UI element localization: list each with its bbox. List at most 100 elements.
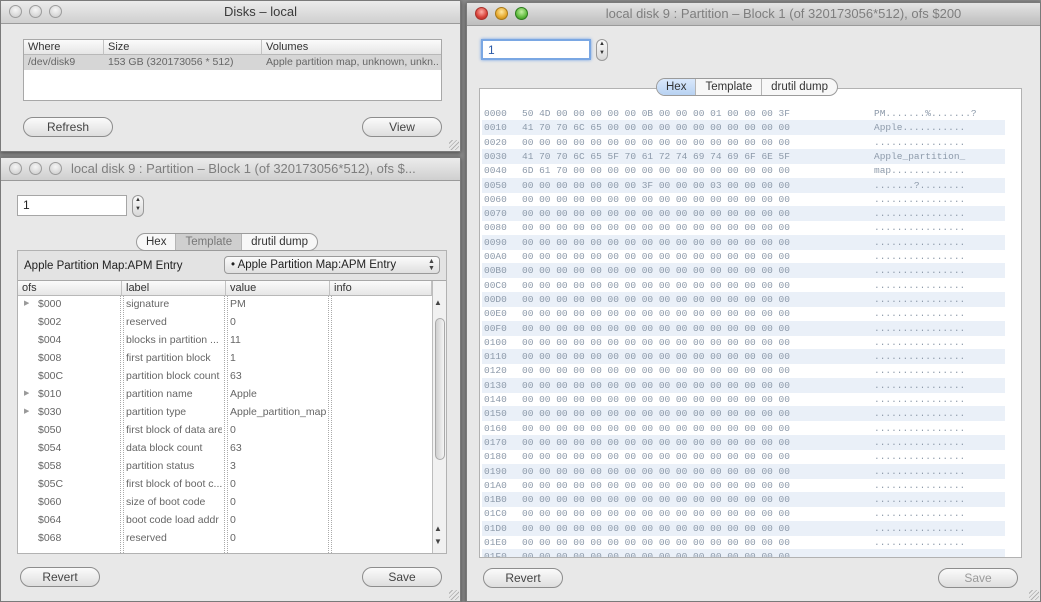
table-row[interactable]: $058 partition status 3: [18, 458, 432, 476]
tab-hex[interactable]: Hex: [657, 79, 696, 95]
zoom-button[interactable]: [49, 5, 62, 18]
hex-row[interactable]: 01F0 00 00 00 00 00 00 00 00 00 00 00 00 …: [482, 549, 1005, 557]
hex-row[interactable]: 01E0 00 00 00 00 00 00 00 00 00 00 00 00 …: [482, 535, 1005, 550]
hex-bytes: 00 00 00 00 00 00 00 00 00 00 00 00 00 0…: [522, 136, 790, 148]
tab-drutil-dump[interactable]: drutil dump: [241, 234, 317, 250]
template-popup[interactable]: • Apple Partition Map:APM Entry: [224, 256, 440, 274]
save-button[interactable]: Save: [938, 568, 1018, 588]
zoom-button[interactable]: [49, 162, 62, 175]
hex-row[interactable]: 0000 50 4D 00 00 00 00 00 0B 00 00 00 01 …: [482, 106, 1005, 121]
hex-row[interactable]: 0090 00 00 00 00 00 00 00 00 00 00 00 00 …: [482, 234, 1005, 250]
hex-row[interactable]: 0080 00 00 00 00 00 00 00 00 00 00 00 00 …: [482, 220, 1005, 235]
minimize-button[interactable]: [29, 5, 42, 18]
tab-drutil-dump[interactable]: drutil dump: [761, 79, 837, 95]
table-row[interactable]: ▶ $010 partition name Apple: [18, 386, 432, 404]
scroll-down-arrow-icon[interactable]: ▼: [434, 537, 442, 546]
hex-row[interactable]: 0060 00 00 00 00 00 00 00 00 00 00 00 00 …: [482, 192, 1005, 207]
cell-value: 0: [230, 496, 236, 508]
hex-row[interactable]: 00D0 00 00 00 00 00 00 00 00 00 00 00 00 …: [482, 291, 1005, 307]
column-header-info[interactable]: info: [330, 281, 432, 296]
table-row[interactable]: $00C partition block count 63: [18, 368, 432, 386]
scroll-thumb[interactable]: [435, 318, 445, 460]
table-row[interactable]: $054 data block count 63: [18, 440, 432, 458]
block-stepper[interactable]: ▲ ▼: [596, 39, 608, 61]
hex-row[interactable]: 0030 41 70 70 6C 65 5F 70 61 72 74 69 74 …: [482, 148, 1005, 164]
hex-row[interactable]: 0100 00 00 00 00 00 00 00 00 00 00 00 00 …: [482, 335, 1005, 350]
template-scrollbar[interactable]: ▲ ▲ ▼: [432, 281, 446, 553]
hex-row[interactable]: 01A0 00 00 00 00 00 00 00 00 00 00 00 00 …: [482, 478, 1005, 493]
view-button[interactable]: View: [362, 117, 442, 137]
tab-template[interactable]: Template: [695, 79, 761, 95]
hex-row[interactable]: 01D0 00 00 00 00 00 00 00 00 00 00 00 00 …: [482, 520, 1005, 536]
hex-row[interactable]: 0020 00 00 00 00 00 00 00 00 00 00 00 00 …: [482, 135, 1005, 150]
hex-row[interactable]: 0140 00 00 00 00 00 00 00 00 00 00 00 00 …: [482, 392, 1005, 407]
hex-row[interactable]: 0050 00 00 00 00 00 00 00 3F 00 00 00 03 …: [482, 177, 1005, 193]
hex-row[interactable]: 0160 00 00 00 00 00 00 00 00 00 00 00 00 …: [482, 421, 1005, 436]
table-row[interactable]: $068 reserved 0: [18, 530, 432, 548]
hex-row[interactable]: 0070 00 00 00 00 00 00 00 00 00 00 00 00 …: [482, 206, 1005, 222]
hex-row[interactable]: 00F0 00 00 00 00 00 00 00 00 00 00 00 00 …: [482, 320, 1005, 336]
scroll-up-arrow-icon[interactable]: ▲: [434, 298, 442, 307]
template-titlebar[interactable]: local disk 9 : Partition – Block 1 (of 3…: [1, 158, 460, 181]
hex-row[interactable]: 0120 00 00 00 00 00 00 00 00 00 00 00 00 …: [482, 363, 1005, 378]
hex-row[interactable]: 0010 41 70 70 6C 65 00 00 00 00 00 00 00 …: [482, 120, 1005, 136]
hex-row[interactable]: 0150 00 00 00 00 00 00 00 00 00 00 00 00 …: [482, 406, 1005, 422]
hex-row[interactable]: 0040 6D 61 70 00 00 00 00 00 00 00 00 00 …: [482, 163, 1005, 178]
disks-titlebar[interactable]: Disks – local: [1, 1, 460, 24]
resize-handle[interactable]: [449, 590, 459, 600]
table-row[interactable]: ▶ $030 partition type Apple_partition_map: [18, 404, 432, 422]
hex-row[interactable]: 00E0 00 00 00 00 00 00 00 00 00 00 00 00 …: [482, 306, 1005, 321]
tab-hex[interactable]: Hex: [137, 234, 175, 250]
column-header-label[interactable]: label: [122, 281, 226, 296]
disclosure-triangle-icon[interactable]: ▶: [24, 389, 29, 397]
resize-handle[interactable]: [449, 140, 459, 150]
hex-row[interactable]: 0170 00 00 00 00 00 00 00 00 00 00 00 00 …: [482, 434, 1005, 450]
cell-value: 63: [230, 370, 242, 382]
hex-row[interactable]: 00C0 00 00 00 00 00 00 00 00 00 00 00 00 …: [482, 278, 1005, 293]
hex-row[interactable]: 00A0 00 00 00 00 00 00 00 00 00 00 00 00 …: [482, 249, 1005, 264]
hex-row[interactable]: 0130 00 00 00 00 00 00 00 00 00 00 00 00 …: [482, 377, 1005, 393]
hex-rows[interactable]: 0000 50 4D 00 00 00 00 00 0B 00 00 00 01 …: [482, 106, 1005, 557]
hex-row[interactable]: 0190 00 00 00 00 00 00 00 00 00 00 00 00 …: [482, 463, 1005, 479]
block-number-field[interactable]: 1: [481, 39, 591, 60]
revert-button[interactable]: Revert: [483, 568, 563, 588]
column-header-size[interactable]: Size: [104, 40, 262, 55]
table-row[interactable]: $064 boot code load addr 0: [18, 512, 432, 530]
block-stepper[interactable]: ▲ ▼: [132, 195, 144, 217]
table-row[interactable]: /dev/disk9 153 GB (320173056 * 512) Appl…: [24, 55, 441, 70]
column-header-where[interactable]: Where: [24, 40, 104, 55]
hex-row[interactable]: 01B0 00 00 00 00 00 00 00 00 00 00 00 00 …: [482, 492, 1005, 508]
close-button[interactable]: [9, 5, 22, 18]
hex-row[interactable]: 0110 00 00 00 00 00 00 00 00 00 00 00 00 …: [482, 349, 1005, 365]
resize-handle[interactable]: [1029, 590, 1039, 600]
close-button[interactable]: [475, 7, 488, 20]
hex-row[interactable]: 0180 00 00 00 00 00 00 00 00 00 00 00 00 …: [482, 449, 1005, 464]
table-row[interactable]: $05C first block of boot c... 0: [18, 476, 432, 494]
column-header-volumes[interactable]: Volumes: [262, 40, 441, 55]
table-row[interactable]: $050 first block of data area 0: [18, 422, 432, 440]
hex-titlebar[interactable]: local disk 9 : Partition – Block 1 (of 3…: [467, 3, 1040, 26]
disks-table[interactable]: Where Size Volumes /dev/disk9 153 GB (32…: [23, 39, 442, 101]
block-number-field[interactable]: 1: [17, 195, 127, 216]
table-row[interactable]: $004 blocks in partition ... 11: [18, 332, 432, 350]
table-row[interactable]: ▶ $000 signature PM: [18, 296, 432, 314]
column-header-value[interactable]: value: [226, 281, 330, 296]
save-button[interactable]: Save: [362, 567, 442, 587]
table-row[interactable]: $008 first partition block 1: [18, 350, 432, 368]
template-table[interactable]: ofs label value info ▶ $000 signature PM $00…: [18, 280, 446, 553]
close-button[interactable]: [9, 162, 22, 175]
hex-row[interactable]: 00B0 00 00 00 00 00 00 00 00 00 00 00 00 …: [482, 263, 1005, 279]
revert-button[interactable]: Revert: [20, 567, 100, 587]
disclosure-triangle-icon[interactable]: ▶: [24, 299, 29, 307]
minimize-button[interactable]: [495, 7, 508, 20]
column-header-ofs[interactable]: ofs: [18, 281, 122, 296]
refresh-button[interactable]: Refresh: [23, 117, 113, 137]
tab-template[interactable]: Template: [175, 234, 242, 250]
table-row[interactable]: $060 size of boot code 0: [18, 494, 432, 512]
disclosure-triangle-icon[interactable]: ▶: [24, 407, 29, 415]
table-row[interactable]: $002 reserved 0: [18, 314, 432, 332]
zoom-button[interactable]: [515, 7, 528, 20]
scroll-down-arrow-icon[interactable]: ▲: [434, 524, 442, 533]
minimize-button[interactable]: [29, 162, 42, 175]
hex-row[interactable]: 01C0 00 00 00 00 00 00 00 00 00 00 00 00 …: [482, 506, 1005, 521]
